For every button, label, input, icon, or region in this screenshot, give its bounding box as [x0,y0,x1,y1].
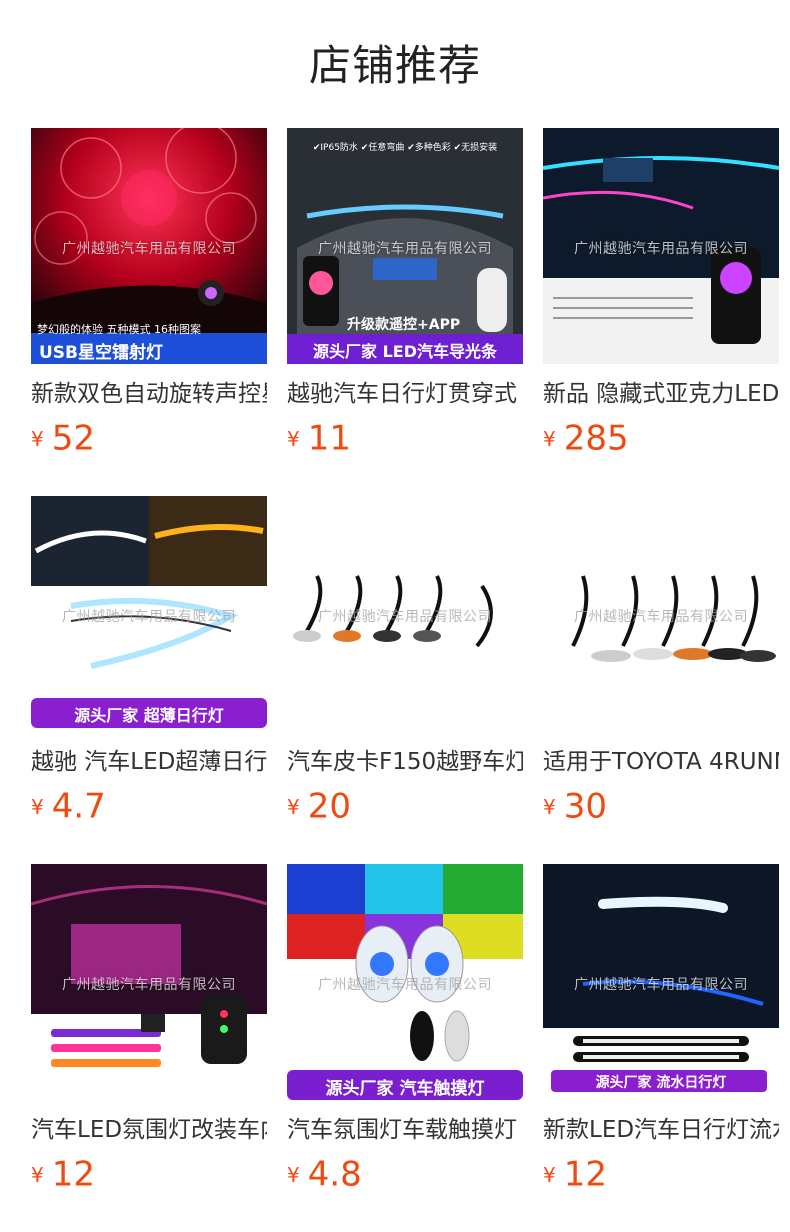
watermark-text: 广州越驰汽车用品有限公司 [62,241,236,257]
product-name[interactable]: 新品 隐藏式亚克力LED氛围灯 [543,378,779,410]
product-image[interactable]: 广州越驰汽车用品有限公司 源头厂家 超薄日行灯 [31,496,267,732]
image-banner: 源头厂家 汽车触摸灯 [325,1079,485,1099]
product-card[interactable]: ✔IP65防水 ✔任意弯曲 ✔多种色彩 ✔无损安装 广州越驰汽车用品有限公司 升… [287,128,523,461]
product-image[interactable]: 广州越驰汽车用品有限公司 源头厂家 流水日行灯 [543,864,779,1100]
watermark-text: 广州越驰汽车用品有限公司 [318,241,492,257]
image-tagline: 梦幻般的体验 五种模式 16种图案 [37,323,201,336]
currency-symbol: ¥ [543,426,556,451]
currency-symbol: ¥ [31,426,44,451]
product-name[interactable]: 越驰 汽车LED超薄日行灯 [31,746,267,778]
product-price: ¥285 [543,416,779,461]
currency-symbol: ¥ [543,1162,556,1187]
product-price: ¥11 [287,416,523,461]
image-banner: 源头厂家 LED汽车导光条 [313,342,497,361]
currency-symbol: ¥ [287,1162,300,1187]
product-price: ¥12 [543,1152,779,1197]
currency-symbol: ¥ [543,794,556,819]
watermark-text: 广州越驰汽车用品有限公司 [318,977,492,993]
product-price: ¥30 [543,784,779,829]
product-name[interactable]: 越驰汽车日行灯贯穿式 [287,378,523,410]
product-card[interactable]: 广州越驰汽车用品有限公司 汽车LED氛围灯改装车内 ¥12 [31,864,267,1197]
product-card[interactable]: 广州越驰汽车用品有限公司 源头厂家 超薄日行灯 越驰 汽车LED超薄日行灯 ¥4… [31,496,267,829]
price-value: 52 [51,418,95,459]
product-name[interactable]: 汽车氛围灯车载触摸灯 [287,1114,523,1146]
watermark-text: 广州越驰汽车用品有限公司 [62,977,236,993]
product-card[interactable]: 广州越驰汽车用品有限公司 源头厂家 汽车触摸灯 汽车氛围灯车载触摸灯 ¥4.8 [287,864,523,1197]
product-price: ¥12 [31,1152,267,1197]
product-price: ¥4.8 [287,1152,523,1197]
product-image[interactable]: 广州越驰汽车用品有限公司 [31,864,267,1100]
product-image[interactable]: ✔IP65防水 ✔任意弯曲 ✔多种色彩 ✔无损安装 广州越驰汽车用品有限公司 升… [287,128,523,364]
watermark-text: 广州越驰汽车用品有限公司 [318,609,492,625]
currency-symbol: ¥ [287,794,300,819]
image-badge: 升级款遥控+APP [347,317,461,333]
price-value: 11 [307,418,351,459]
store-recommendations-page: 店铺推荐 广州越驰汽车用品有限公司 梦幻般的体验 五种模式 16种图案 USB星… [0,0,790,1232]
product-name[interactable]: 适用于TOYOTA 4RUNNER [543,746,779,778]
watermark-text: 广州越驰汽车用品有限公司 [574,609,748,625]
price-value: 285 [563,418,629,459]
currency-symbol: ¥ [31,794,44,819]
product-name[interactable]: 汽车皮卡F150越野车灯 [287,746,523,778]
product-price: ¥20 [287,784,523,829]
currency-symbol: ¥ [31,1162,44,1187]
watermark-text: 广州越驰汽车用品有限公司 [574,241,748,257]
price-value: 4.7 [51,786,106,827]
product-image[interactable]: 广州越驰汽车用品有限公司 [543,128,779,364]
product-image[interactable]: 广州越驰汽车用品有限公司 [287,496,523,732]
product-price: ¥52 [31,416,267,461]
product-card[interactable]: 广州越驰汽车用品有限公司 汽车皮卡F150越野车灯 ¥20 [287,496,523,829]
product-name[interactable]: 新款双色自动旋转声控星空灯 [31,378,267,410]
product-price: ¥4.7 [31,784,267,829]
product-name[interactable]: 新款LED汽车日行灯流水 [543,1114,779,1146]
product-card[interactable]: 广州越驰汽车用品有限公司 新品 隐藏式亚克力LED氛围灯 ¥285 [543,128,779,461]
product-image[interactable]: 广州越驰汽车用品有限公司 源头厂家 汽车触摸灯 [287,864,523,1100]
watermark-text: 广州越驰汽车用品有限公司 [62,609,236,625]
page-title: 店铺推荐 [308,41,481,90]
image-banner: USB星空镭射灯 [39,343,164,363]
product-card[interactable]: 广州越驰汽车用品有限公司 源头厂家 流水日行灯 新款LED汽车日行灯流水 ¥12 [543,864,779,1197]
image-feature-tags: ✔IP65防水 ✔任意弯曲 ✔多种色彩 ✔无损安装 [312,143,498,153]
product-image[interactable]: 广州越驰汽车用品有限公司 梦幻般的体验 五种模式 16种图案 USB星空镭射灯 [31,128,267,364]
price-value: 12 [563,1154,607,1195]
product-card[interactable]: 广州越驰汽车用品有限公司 适用于TOYOTA 4RUNNER ¥30 [543,496,779,829]
image-banner: 源头厂家 流水日行灯 [595,1075,727,1091]
product-image[interactable]: 广州越驰汽车用品有限公司 [543,496,779,732]
price-value: 4.8 [307,1154,362,1195]
price-value: 20 [307,786,351,827]
product-name[interactable]: 汽车LED氛围灯改装车内 [31,1114,267,1146]
product-card[interactable]: 广州越驰汽车用品有限公司 梦幻般的体验 五种模式 16种图案 USB星空镭射灯 … [31,128,267,461]
watermark-text: 广州越驰汽车用品有限公司 [574,977,748,993]
image-banner: 源头厂家 超薄日行灯 [74,706,224,725]
currency-symbol: ¥ [287,426,300,451]
price-value: 12 [51,1154,95,1195]
price-value: 30 [563,786,607,827]
